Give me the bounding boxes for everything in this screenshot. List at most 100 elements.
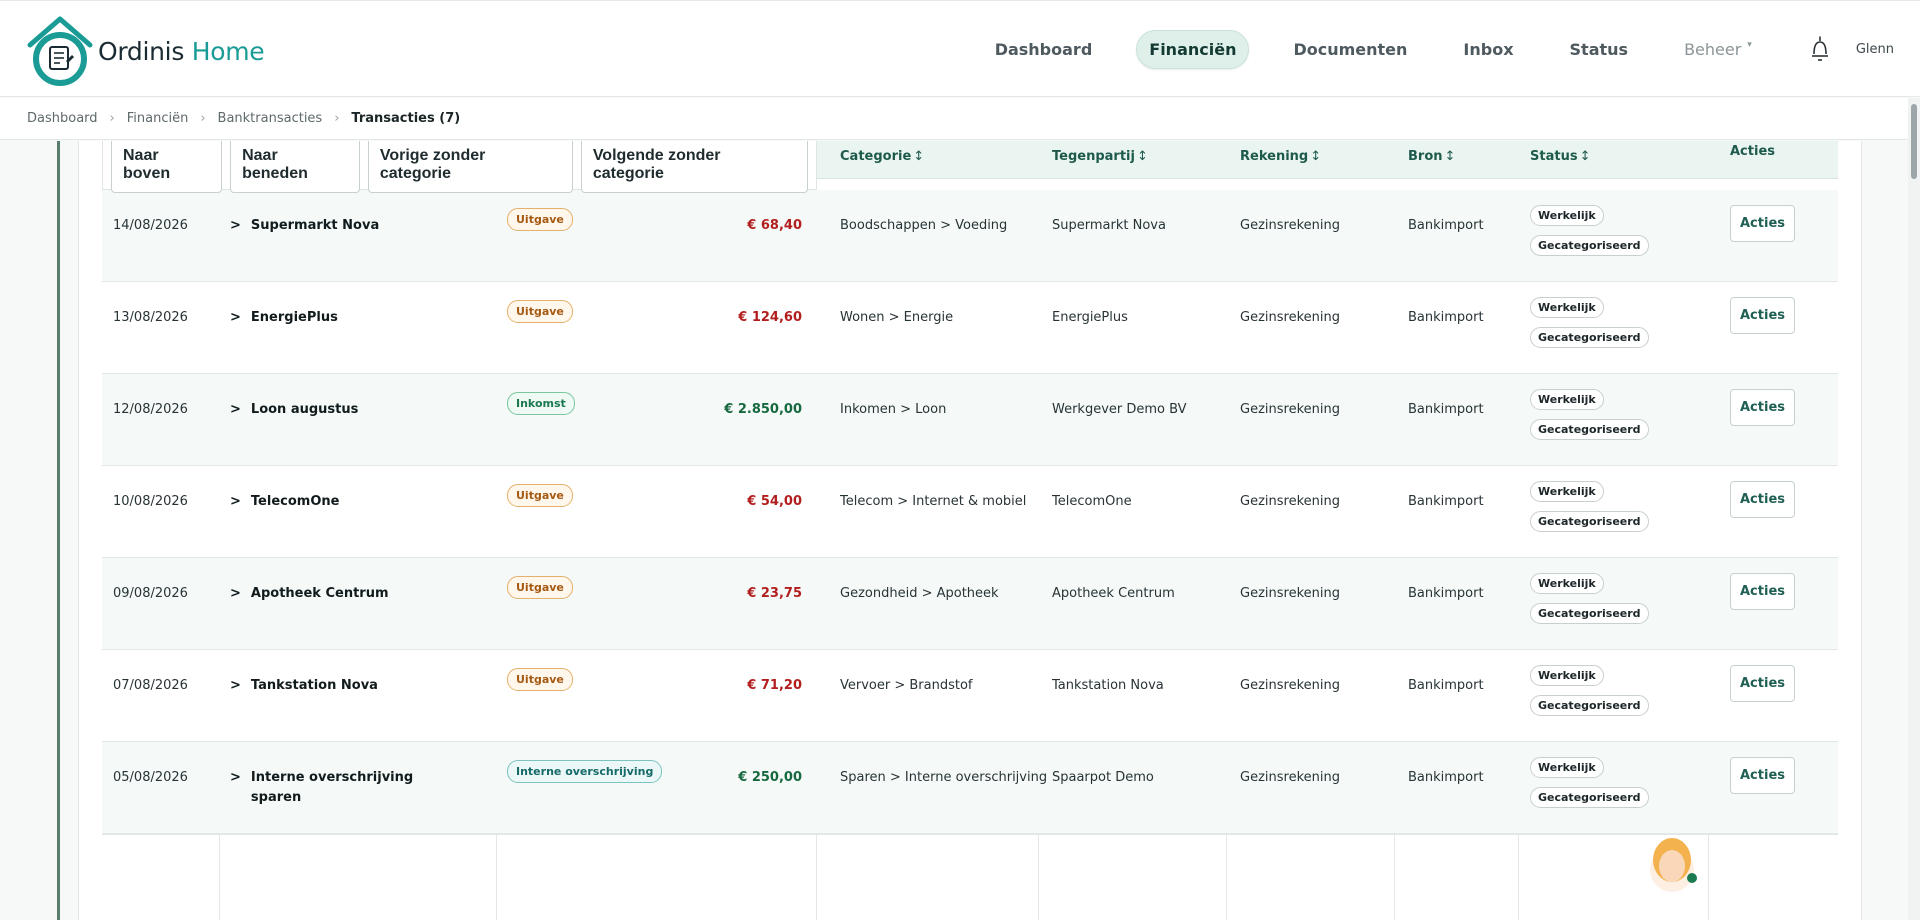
row-category[interactable]: Vervoer > Brandstof <box>840 678 973 693</box>
row-description-cell[interactable]: > Interne overschrijving sparen <box>230 770 413 808</box>
status-badge-werkelijk: Werkelijk <box>1530 757 1604 778</box>
row-category[interactable]: Telecom > Internet & mobiel <box>840 494 1026 509</box>
status-badge-werkelijk: Werkelijk <box>1530 205 1604 226</box>
row-counterparty: Apotheek Centrum <box>1052 586 1175 601</box>
nav-financien[interactable]: Financiën <box>1136 30 1250 69</box>
row-actions-button[interactable]: Acties <box>1730 205 1795 242</box>
row-actions-button[interactable]: Acties <box>1730 481 1795 518</box>
row-description-cell[interactable]: > EnergiePlus <box>230 310 338 325</box>
row-amount: € 250,00 <box>738 770 802 785</box>
breadcrumb-financien[interactable]: Financiën <box>127 111 189 126</box>
expand-chevron-icon[interactable]: > <box>230 678 241 693</box>
assistant-avatar[interactable] <box>1648 826 1700 894</box>
breadcrumb-banktransacties[interactable]: Banktransacties <box>218 111 323 126</box>
row-source: Bankimport <box>1408 218 1484 233</box>
column-divider <box>1226 835 1227 920</box>
page-scrollbar[interactable] <box>1908 98 1920 920</box>
scroll-top-button[interactable]: Naar boven <box>111 141 223 193</box>
row-account: Gezinsrekening <box>1240 586 1340 601</box>
expand-chevron-icon[interactable]: > <box>230 770 241 785</box>
row-description-cell[interactable]: > TelecomOne <box>230 494 339 509</box>
th-bron[interactable]: Bron ↕ <box>1408 149 1455 164</box>
breadcrumb-dashboard[interactable]: Dashboard <box>27 111 98 126</box>
row-counterparty: Werkgever Demo BV <box>1052 402 1187 417</box>
row-category[interactable]: Sparen > Interne overschrijving <box>840 770 1047 785</box>
table-row[interactable]: 09/08/2026 > Apotheek Centrum Uitgave € 23,7… <box>102 558 1838 650</box>
row-description-cell[interactable]: > Tankstation Nova <box>230 678 378 693</box>
scrollbar-thumb[interactable] <box>1911 104 1917 179</box>
table-row[interactable]: 12/08/2026 > Loon augustus Inkomst € 2.850,0… <box>102 374 1838 466</box>
next-uncategorized-button[interactable]: Volgende zonder categorie <box>580 141 808 193</box>
row-description: Tankstation Nova <box>250 678 378 693</box>
row-date: 14/08/2026 <box>113 218 188 233</box>
nav-documenten[interactable]: Documenten <box>1281 31 1419 68</box>
nav-beheer-label: Beheer <box>1684 40 1742 59</box>
sort-icon: ↕ <box>1444 149 1456 164</box>
row-actions-button[interactable]: Acties <box>1730 389 1795 426</box>
row-actions-button[interactable]: Acties <box>1730 297 1795 334</box>
row-actions-button[interactable]: Acties <box>1730 665 1795 702</box>
row-amount: € 54,00 <box>747 494 802 509</box>
nav-inbox[interactable]: Inbox <box>1451 31 1525 68</box>
type-badge: Uitgave <box>507 300 573 323</box>
content-area: Categorie ↕ Tegenpartij ↕ Rekening ↕ Bron ↕ … <box>0 141 1920 920</box>
column-divider <box>1394 835 1395 920</box>
expand-chevron-icon[interactable]: > <box>230 586 241 601</box>
sort-icon: ↕ <box>1579 149 1591 164</box>
table-row[interactable]: 10/08/2026 > TelecomOne Uitgave € 54,00 Telec… <box>102 466 1838 558</box>
th-rekening[interactable]: Rekening ↕ <box>1240 149 1321 164</box>
expand-chevron-icon[interactable]: > <box>230 402 241 417</box>
row-description-cell[interactable]: > Supermarkt Nova <box>230 218 379 233</box>
type-badge: Interne overschrijving <box>507 760 663 783</box>
column-divider <box>1708 835 1709 920</box>
breadcrumb-separator-icon: › <box>334 111 340 126</box>
th-status-label: Status <box>1530 149 1578 164</box>
table-row[interactable]: 07/08/2026 > Tankstation Nova Uitgave € 71,2… <box>102 650 1838 742</box>
row-category[interactable]: Boodschappen > Voeding <box>840 218 1007 233</box>
status-badge-werkelijk: Werkelijk <box>1530 665 1604 686</box>
row-account: Gezinsrekening <box>1240 310 1340 325</box>
row-counterparty: Supermarkt Nova <box>1052 218 1166 233</box>
row-account: Gezinsrekening <box>1240 494 1340 509</box>
type-badge: Uitgave <box>507 576 573 599</box>
notification-bell-icon[interactable] <box>1804 34 1836 66</box>
row-actions-button[interactable]: Acties <box>1730 757 1795 794</box>
th-status[interactable]: Status ↕ <box>1530 149 1590 164</box>
jump-toolbar: Naar boven Naar beneden Vorige zonder ca… <box>102 141 817 193</box>
user-name[interactable]: Glenn <box>1856 42 1894 57</box>
top-header: Ordinis Home Dashboard Financiën Documen… <box>0 0 1920 97</box>
row-description-cell[interactable]: > Apotheek Centrum <box>230 586 389 601</box>
column-divider <box>219 835 220 920</box>
sort-icon: ↕ <box>1310 149 1322 164</box>
table-row[interactable]: 13/08/2026 > EnergiePlus Uitgave € 124,60 Won… <box>102 282 1838 374</box>
row-category[interactable]: Gezondheid > Apotheek <box>840 586 999 601</box>
row-amount: € 124,60 <box>738 310 802 325</box>
expand-chevron-icon[interactable]: > <box>230 494 241 509</box>
expand-chevron-icon[interactable]: > <box>230 218 241 233</box>
th-categorie[interactable]: Categorie ↕ <box>840 149 924 164</box>
row-actions-button[interactable]: Acties <box>1730 573 1795 610</box>
brand-logo[interactable]: Ordinis Home <box>26 15 265 87</box>
table-row[interactable]: 14/08/2026 > Supermarkt Nova Uitgave € 68,40… <box>102 190 1838 282</box>
type-badge: Uitgave <box>507 484 573 507</box>
expand-chevron-icon[interactable]: > <box>230 310 241 325</box>
table-row[interactable]: 05/08/2026 > Interne overschrijving sparen I… <box>102 742 1838 834</box>
row-amount: € 71,20 <box>747 678 802 693</box>
row-counterparty: EnergiePlus <box>1052 310 1128 325</box>
scroll-bottom-button[interactable]: Naar beneden <box>230 141 360 193</box>
th-tegenpartij[interactable]: Tegenpartij ↕ <box>1052 149 1148 164</box>
prev-uncategorized-button[interactable]: Vorige zonder categorie <box>367 141 573 193</box>
row-category[interactable]: Wonen > Energie <box>840 310 953 325</box>
nav-beheer[interactable]: Beheer ▾ <box>1672 31 1764 68</box>
row-category[interactable]: Inkomen > Loon <box>840 402 946 417</box>
row-source: Bankimport <box>1408 310 1484 325</box>
row-description-cell[interactable]: > Loon augustus <box>230 402 358 417</box>
row-description: Loon augustus <box>250 402 359 417</box>
nav-dashboard[interactable]: Dashboard <box>983 31 1105 68</box>
row-date: 10/08/2026 <box>113 494 188 509</box>
row-amount: € 68,40 <box>747 218 802 233</box>
status-badge-werkelijk: Werkelijk <box>1530 481 1604 502</box>
row-description: Supermarkt Nova <box>250 218 380 233</box>
nav-status[interactable]: Status <box>1558 31 1641 68</box>
status-badge-gecategoriseerd: Gecategoriseerd <box>1530 235 1649 256</box>
